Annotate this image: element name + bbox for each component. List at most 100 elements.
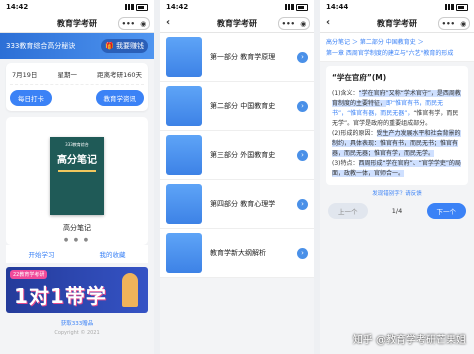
banner-title: 333教育综合高分秘诀 (6, 42, 76, 50)
para1-prefix: (1)含义： (332, 90, 359, 97)
date-text: 7月19日 (12, 71, 38, 79)
status-bar: 14:42 (160, 0, 314, 14)
status-time: 14:44 (326, 3, 349, 11)
back-icon[interactable]: ‹ (326, 17, 330, 28)
breadcrumb[interactable]: 高分笔记 ＞ 第二部分 中国教育史 ＞ (320, 33, 474, 48)
battery-icon (136, 3, 148, 11)
note-content-card: “学在官府”(M) (1)含义：“学在官府”又称“学术官守”，是西周教育制度的主… (326, 66, 468, 185)
miniprogram-capsule[interactable]: ••• ◉ (118, 17, 150, 30)
more-icon[interactable]: ••• (122, 20, 135, 28)
nav-bar: ‹ 教育学考研 ••• ◉ (160, 14, 314, 33)
status-time: 14:42 (6, 3, 29, 11)
signal-icon (285, 4, 294, 10)
status-bar: 14:42 (0, 0, 154, 14)
promo-tag: 22教育学考研 (10, 270, 48, 279)
battery-icon (456, 3, 468, 11)
watermark: 知乎 @教育学考研芒果姐 (352, 335, 466, 346)
copyright-text: Copyright © 2021 (54, 330, 100, 336)
chapter-label: 第三部分 外国教育史 (210, 151, 276, 159)
status-bar: 14:44 (320, 0, 474, 14)
book-thumbnail (166, 233, 202, 273)
para2-prefix: (2)形成的原因： (332, 130, 377, 137)
book-card[interactable]: 333教育综合 高分笔记 高分笔记 ● ● ● (6, 117, 148, 245)
date-row: 7月19日 星期一 距离考研160天 (10, 67, 144, 85)
note-heading: “学在官府”(M) (332, 73, 387, 82)
promo-headline: 1对1带学 (14, 284, 107, 308)
miniprogram-capsule[interactable]: ••• ◉ (438, 17, 470, 30)
nav-bar: 教育学考研 ••• ◉ (0, 14, 154, 33)
countdown-text: 距离考研160天 (97, 71, 142, 79)
previous-button[interactable]: 上一个 (328, 203, 368, 219)
list-item[interactable]: 第一部分 教育学原理 › (160, 33, 314, 82)
gift-link[interactable]: 获取333赠品 (0, 319, 154, 327)
gift-icon: 🎁 (105, 42, 114, 50)
cover-divider (58, 170, 96, 172)
earn-money-button[interactable]: 🎁 我要赚钱 (101, 39, 148, 53)
page-title: 教育学考研 (57, 18, 97, 28)
page-title: 教育学考研 (217, 18, 257, 28)
close-icon[interactable]: ◉ (460, 20, 466, 28)
chapter-label: 第一部分 教育学原理 (210, 53, 276, 61)
book-thumbnail (166, 37, 202, 77)
book-thumbnail (166, 135, 202, 175)
back-icon[interactable]: ‹ (166, 17, 170, 28)
typo-feedback-link[interactable]: 发现错别字？请反馈 (320, 189, 474, 197)
action-buttons: 每日打卡 教育学资讯 (10, 90, 144, 106)
para3-prefix: (3)特点： (332, 160, 359, 167)
next-button[interactable]: 下一个 (426, 203, 466, 219)
status-icons (445, 3, 468, 11)
carousel-dots: ● ● ● (63, 237, 91, 243)
book-thumbnail (166, 86, 202, 126)
my-favorites-link[interactable]: 我的收藏 (100, 249, 126, 259)
book-thumbnail (166, 184, 202, 224)
book-cover[interactable]: 333教育综合 高分笔记 (50, 137, 104, 215)
book-title: 高分笔记 (63, 224, 91, 232)
page-title: 教育学考研 (377, 18, 417, 28)
chapter-label: 第二部分 中国教育史 (210, 102, 276, 110)
status-time: 14:42 (166, 3, 189, 11)
chevron-right-icon[interactable]: › (297, 247, 308, 259)
chevron-right-icon[interactable]: › (297, 100, 308, 112)
study-links: 开始学习 我的收藏 (6, 245, 148, 263)
signal-icon (125, 4, 134, 10)
earn-money-label: 我要赚钱 (116, 42, 144, 50)
list-item[interactable]: 第四部分 教育心理学 › (160, 180, 314, 229)
miniprogram-capsule[interactable]: ••• ◉ (278, 17, 310, 30)
note-paragraph-1: (1)含义：“学在官府”又称“学术官守”，是西周教育制度的主要特征，即“惟官有书… (332, 89, 462, 129)
chevron-right-icon[interactable]: › (297, 149, 308, 161)
chapter-list: 第一部分 教育学原理 › 第二部分 中国教育史 › 第三部分 外国教育史 › 第四部分… (160, 33, 314, 278)
chevron-right-icon[interactable]: › (297, 51, 308, 63)
weekday-text: 星期一 (57, 71, 78, 79)
battery-icon (296, 3, 308, 11)
list-item[interactable]: 第三部分 外国教育史 › (160, 131, 314, 180)
status-icons (285, 3, 308, 11)
phone-screen-home: 14:42 教育学考研 ••• ◉ 333教育综合高分秘诀 🎁 我要赚钱 7月19日… (0, 0, 154, 354)
education-news-button[interactable]: 教育学资讯 (95, 90, 144, 106)
chapter-label: 教育学新大纲解析 (210, 249, 266, 257)
list-footer-space (160, 278, 314, 334)
phone-screen-chapter-list: 14:42 ‹ 教育学考研 ••• ◉ 第一部分 教育学原理 › 第二部分 中国教育… (160, 0, 314, 354)
page-indicator: 1/4 (391, 207, 403, 215)
start-learning-link[interactable]: 开始学习 (29, 249, 55, 259)
phone-screen-note-detail: 14:44 ‹ 教育学考研 ••• ◉ 高分笔记 ＞ 第二部分 中国教育史 ＞ 第… (320, 0, 474, 354)
signal-icon (445, 4, 454, 10)
chapter-breadcrumb[interactable]: 第一章 西周官学制度的建立与"六艺"教育的形成 (320, 48, 474, 62)
more-icon[interactable]: ••• (282, 20, 295, 28)
course-banner[interactable]: 333教育综合高分秘诀 🎁 我要赚钱 (0, 33, 154, 59)
close-icon[interactable]: ◉ (140, 20, 146, 28)
cover-subtitle: 333教育综合 (65, 142, 89, 147)
chevron-right-icon[interactable]: › (297, 198, 308, 210)
list-item[interactable]: 教育学新大纲解析 › (160, 229, 314, 278)
close-icon[interactable]: ◉ (300, 20, 306, 28)
promo-figure-icon (122, 273, 138, 307)
note-paragraph-3: (3)特点：西周形成“学在官府”、“官学学吏”的局面，政教一体，官师合一。 (332, 159, 462, 179)
status-icons (125, 3, 148, 11)
promo-banner[interactable]: 22教育学考研 1对1带学 (6, 267, 148, 313)
list-item[interactable]: 第二部分 中国教育史 › (160, 82, 314, 131)
daily-checkin-button[interactable]: 每日打卡 (10, 90, 52, 106)
note-paragraph-2: (2)形成的原因：受生产力发展水平和社会背景的制约，具体表现：惟官有书，而民无书… (332, 129, 462, 159)
more-icon[interactable]: ••• (442, 20, 455, 28)
nav-bar: ‹ 教育学考研 ••• ◉ (320, 14, 474, 33)
chapter-label: 第四部分 教育心理学 (210, 200, 276, 208)
date-card: 7月19日 星期一 距离考研160天 每日打卡 教育学资讯 (6, 63, 148, 111)
